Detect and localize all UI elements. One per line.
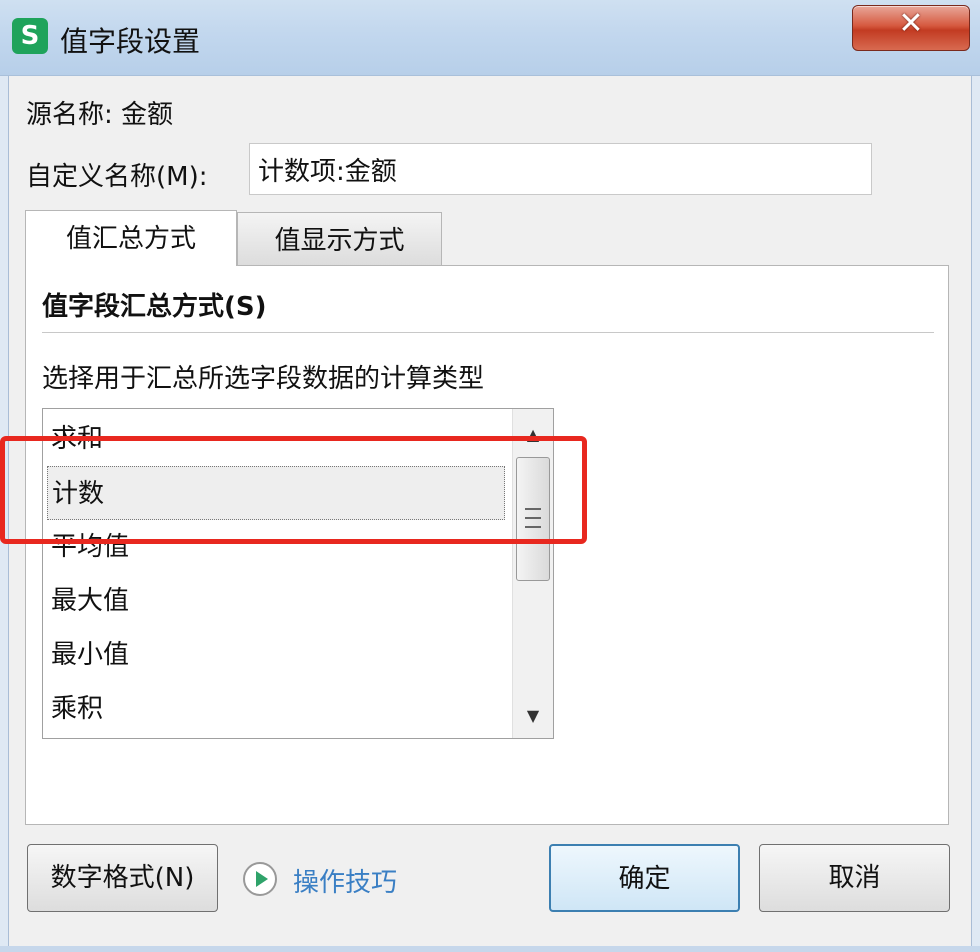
- window-title: 值字段设置: [60, 25, 201, 58]
- tips-link[interactable]: 操作技巧: [293, 862, 397, 899]
- number-format-button[interactable]: 数字格式(N): [27, 844, 218, 912]
- tab-panel-summarize: 值字段汇总方式(S) 选择用于汇总所选字段数据的计算类型 求和 计数 平均值 最…: [25, 265, 949, 825]
- group-divider: [42, 332, 934, 333]
- wps-app-icon: S: [12, 18, 48, 54]
- custom-name-input[interactable]: [249, 143, 872, 195]
- custom-name-label: 自定义名称(M):: [26, 162, 208, 192]
- list-item-max[interactable]: 最大值: [43, 574, 510, 628]
- close-button[interactable]: ✕: [852, 5, 970, 51]
- list-item-min[interactable]: 最小值: [43, 628, 510, 682]
- window-bottom-edge: [0, 946, 980, 952]
- annotation-highlight-box: [0, 436, 587, 544]
- tab-summarize-by[interactable]: 值汇总方式: [25, 210, 237, 266]
- title-bar: S 值字段设置 ✕: [0, 0, 980, 76]
- source-name-label: 源名称: 金额: [26, 100, 174, 130]
- cancel-button[interactable]: 取消: [759, 844, 950, 912]
- tab-show-values-as[interactable]: 值显示方式: [237, 212, 442, 266]
- play-circle-icon[interactable]: [243, 862, 277, 896]
- hint-text: 选择用于汇总所选字段数据的计算类型: [42, 364, 485, 394]
- list-item-product[interactable]: 乘积: [43, 682, 510, 736]
- group-title: 值字段汇总方式(S): [42, 292, 267, 322]
- ok-button[interactable]: 确定: [549, 844, 740, 912]
- scroll-down-arrow-icon[interactable]: ▼: [513, 696, 553, 736]
